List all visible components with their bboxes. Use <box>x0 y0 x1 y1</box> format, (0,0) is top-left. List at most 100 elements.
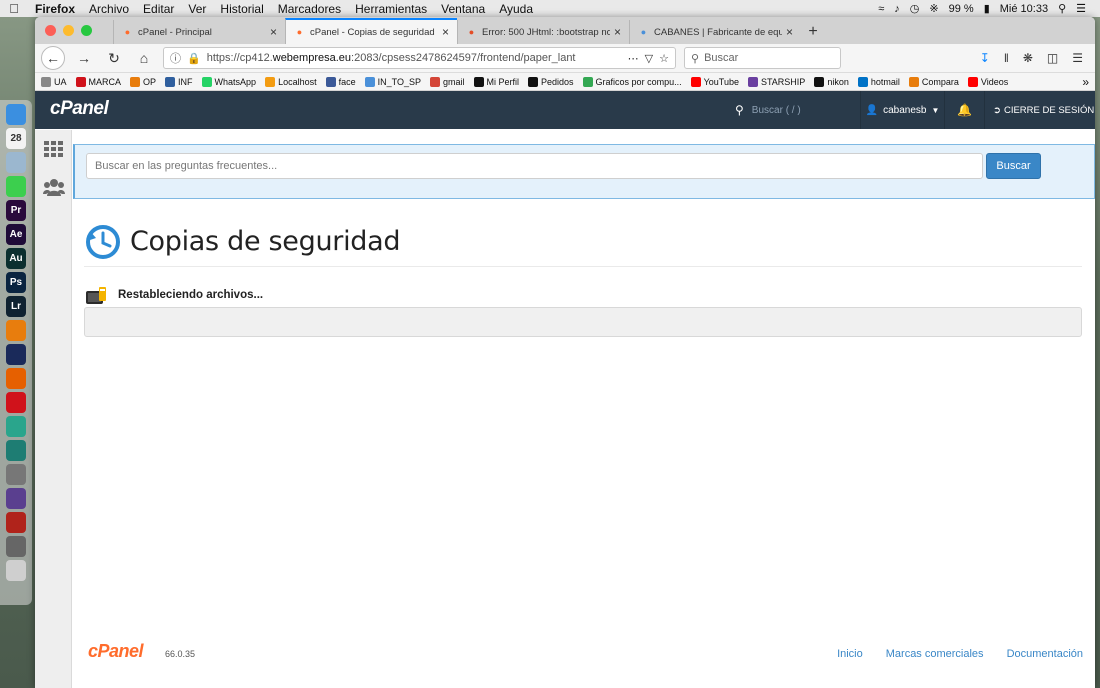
minimize-window-button[interactable] <box>63 25 74 36</box>
time-machine-icon[interactable]: ◷ <box>910 2 920 15</box>
menu-ver[interactable]: Ver <box>181 2 213 16</box>
mountain-app-icon[interactable] <box>6 416 26 437</box>
back-button[interactable]: ← <box>41 46 65 70</box>
clock-text[interactable]: Mié 10:33 <box>1000 3 1048 15</box>
bluetooth-icon[interactable]: ※ <box>929 2 938 15</box>
system-preferences-icon[interactable] <box>6 536 26 557</box>
notification-center-icon[interactable]: ☰ <box>1076 2 1086 15</box>
notifications-bell-icon[interactable]: 🔔 <box>945 91 985 129</box>
bookmark-item[interactable]: Compara <box>908 76 959 87</box>
apple-menu-icon[interactable]:  <box>0 1 28 16</box>
footer-link-inicio[interactable]: Inicio <box>837 648 863 660</box>
footer-link-marcas[interactable]: Marcas comerciales <box>886 648 984 660</box>
url-text[interactable]: https://cp412.webempresa.eu:2083/cpsess2… <box>207 52 622 64</box>
bookmark-item[interactable]: gmail <box>429 76 465 87</box>
bookmark-item[interactable]: Videos <box>967 76 1008 87</box>
hamburger-menu-icon[interactable]: ☰ <box>1072 51 1083 65</box>
footer-cpanel-logo[interactable]: cPanel <box>88 641 144 662</box>
sidebar-toggle-icon[interactable]: ◫ <box>1047 51 1058 65</box>
bookmark-item[interactable]: WhatsApp <box>201 76 256 87</box>
bookmark-star-icon[interactable]: ☆ <box>659 52 669 65</box>
user-menu[interactable]: 👤 cabanesb ▼ <box>860 91 945 129</box>
preview-icon[interactable] <box>6 152 26 173</box>
browser-tab[interactable]: ● cPanel - Principal × <box>113 20 285 44</box>
menu-archivo[interactable]: Archivo <box>82 2 136 16</box>
menu-ventana[interactable]: Ventana <box>434 2 492 16</box>
search-bar[interactable]: ⚲ Buscar <box>684 47 841 69</box>
url-bar[interactable]: ⓘ 🔒 https://cp412.webempresa.eu:2083/cps… <box>163 47 676 69</box>
bookmark-item[interactable]: Graficos por compu... <box>582 76 682 87</box>
bookmark-item[interactable]: hotmail <box>857 76 900 87</box>
bookmark-item[interactable]: Mi Perfil <box>473 76 519 87</box>
filezilla-icon[interactable] <box>6 512 26 533</box>
close-tab-icon[interactable]: × <box>786 25 793 39</box>
finder-icon[interactable] <box>6 104 26 125</box>
photoshop-icon[interactable]: Ps <box>6 272 26 293</box>
premiere-icon[interactable]: Pr <box>6 200 26 221</box>
bookmark-item[interactable]: Localhost <box>265 76 317 87</box>
volume-icon[interactable]: ♪ <box>894 3 900 15</box>
cinema4d-icon[interactable] <box>6 344 26 365</box>
after-effects-icon[interactable]: Ae <box>6 224 26 245</box>
tools-grid-icon[interactable] <box>35 130 72 168</box>
close-tab-icon[interactable]: × <box>270 25 277 39</box>
battery-text[interactable]: 99 % <box>949 3 974 15</box>
spiral-app-icon[interactable] <box>6 488 26 509</box>
menu-editar[interactable]: Editar <box>136 2 181 16</box>
menu-herramientas[interactable]: Herramientas <box>348 2 434 16</box>
bookmark-item[interactable]: YouTube <box>690 76 739 87</box>
bookmark-item[interactable]: STARSHIP <box>747 76 805 87</box>
cpanel-search[interactable]: ⚲ Buscar ( / ) <box>735 91 801 129</box>
faq-search-button[interactable]: Buscar <box>986 153 1041 179</box>
tool-icon[interactable] <box>6 464 26 485</box>
close-tab-icon[interactable]: × <box>442 25 449 39</box>
close-window-button[interactable] <box>45 25 56 36</box>
bookmark-item[interactable]: INF <box>165 76 193 87</box>
footer-link-documentacion[interactable]: Documentación <box>1007 648 1083 660</box>
home-button[interactable]: ⌂ <box>133 47 155 69</box>
bookmarks-overflow-icon[interactable]: » <box>1082 75 1089 89</box>
wifi-icon[interactable]: ≈ <box>878 3 884 15</box>
bookmark-item[interactable]: UA <box>41 76 67 87</box>
forward-button[interactable]: → <box>73 47 95 69</box>
bookmark-item[interactable]: nikon <box>814 76 849 87</box>
menu-marcadores[interactable]: Marcadores <box>271 2 348 16</box>
opera-icon[interactable] <box>6 392 26 413</box>
trash-icon[interactable] <box>6 560 26 581</box>
library-icon[interactable]: ‖ <box>1004 51 1009 65</box>
site-info-icon[interactable]: ⓘ <box>170 50 181 66</box>
bookmark-item[interactable]: MARCA <box>75 76 121 87</box>
sketch-3d-icon[interactable] <box>6 440 26 461</box>
cpanel-logo[interactable]: cPanel <box>50 98 109 120</box>
downloads-icon[interactable]: ↧ <box>980 51 990 65</box>
close-tab-icon[interactable]: × <box>614 25 621 39</box>
lock-icon[interactable]: 🔒 <box>187 52 201 65</box>
lightroom-icon[interactable]: Lr <box>6 296 26 317</box>
calendar-icon[interactable]: 28 <box>6 128 26 149</box>
browser-tab[interactable]: ● CABANES | Fabricante de equip × <box>629 20 801 44</box>
bookmark-item[interactable]: IN_TO_SP <box>364 76 421 87</box>
menu-app-name[interactable]: Firefox <box>28 2 82 16</box>
browser-tab[interactable]: ● Error: 500 JHtml: :bootstrap no × <box>457 20 629 44</box>
bookmark-item[interactable]: OP <box>130 76 156 87</box>
audition-icon[interactable]: Au <box>6 248 26 269</box>
page-actions-icon[interactable]: ⋯ <box>628 52 639 65</box>
faq-search-input[interactable]: Buscar en las preguntas frecuentes... <box>86 153 983 179</box>
battery-icon[interactable]: ▮ <box>984 2 990 15</box>
extension-icon[interactable]: ❋ <box>1023 51 1033 65</box>
facetime-icon[interactable] <box>6 176 26 197</box>
browser-tab[interactable]: ● cPanel - Copias de seguridad × <box>285 18 457 44</box>
menu-historial[interactable]: Historial <box>213 2 270 16</box>
firefox-icon[interactable] <box>6 368 26 389</box>
zoom-window-button[interactable] <box>81 25 92 36</box>
blender-icon[interactable] <box>6 320 26 341</box>
bookmark-item[interactable]: Pedidos <box>528 76 574 87</box>
new-tab-button[interactable]: + <box>801 20 825 44</box>
spotlight-icon[interactable]: ⚲ <box>1058 2 1066 15</box>
logout-button[interactable]: ➲ CIERRE DE SESIÓN <box>993 91 1094 129</box>
bookmark-item[interactable]: face <box>325 76 356 87</box>
reload-button[interactable]: ↻ <box>103 47 125 69</box>
pocket-icon[interactable]: ▽ <box>645 52 653 65</box>
users-icon[interactable] <box>35 168 72 206</box>
menu-ayuda[interactable]: Ayuda <box>492 2 540 16</box>
